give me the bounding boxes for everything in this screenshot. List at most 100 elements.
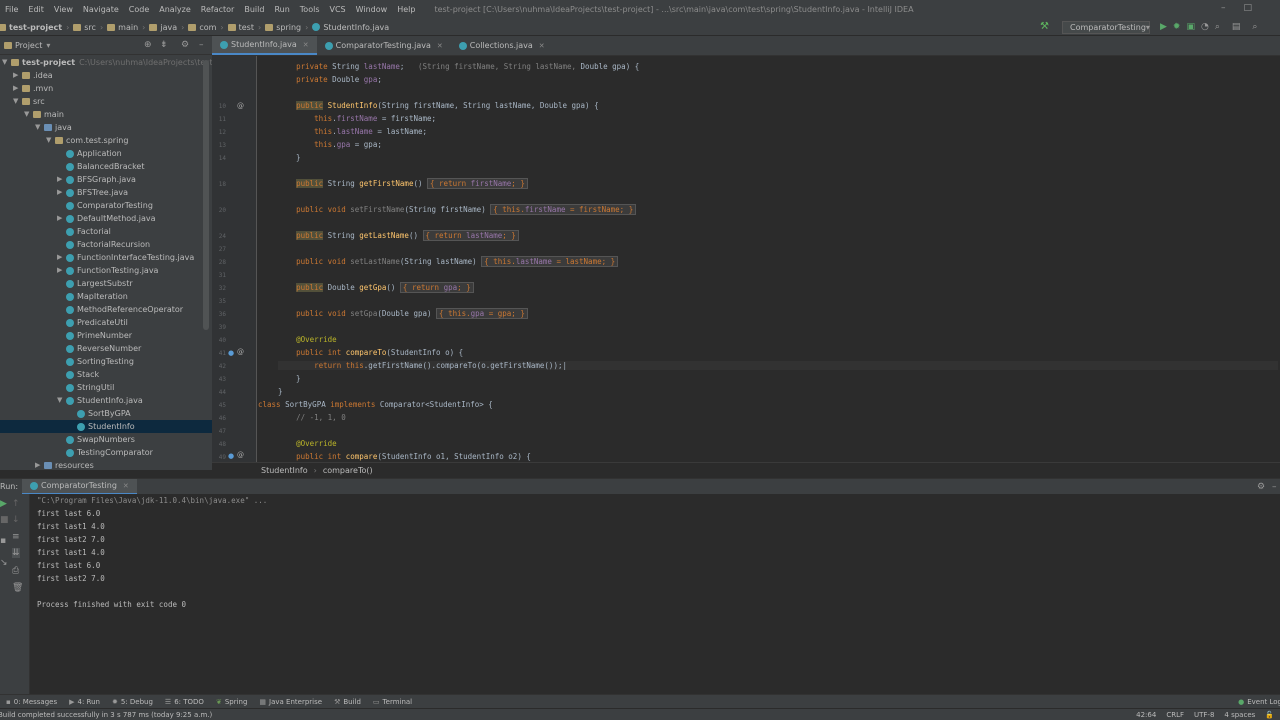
caret-position[interactable]: 42:64 <box>1136 711 1156 719</box>
tree-item[interactable]: SwapNumbers <box>57 433 135 446</box>
hide-icon[interactable]: – <box>1272 482 1277 492</box>
menu-tools[interactable]: Tools <box>295 5 325 14</box>
locate-icon[interactable]: ⊕ <box>144 40 152 50</box>
tool-todo[interactable]: ☰ 6: TODO <box>165 698 204 706</box>
nav-crumb-com[interactable]: com <box>199 23 216 32</box>
tool-terminal[interactable]: ▭ Terminal <box>373 698 412 706</box>
tree-item[interactable]: ▶ DefaultMethod.java <box>57 212 156 225</box>
gear-icon[interactable]: ⚙ <box>181 40 189 50</box>
minimize-icon[interactable]: – <box>1221 3 1244 13</box>
profile-icon[interactable]: ◔ <box>1201 22 1209 32</box>
project-panel-title[interactable]: Project <box>15 41 42 50</box>
tree-item[interactable]: ▼ com.test.spring <box>46 134 128 147</box>
project-structure-icon[interactable]: ▤ <box>1232 22 1241 32</box>
trash-icon[interactable]: 🗑 <box>12 583 23 593</box>
chevron-down-icon[interactable]: ▼ <box>46 134 55 147</box>
tree-item[interactable]: FactorialRecursion <box>57 238 150 251</box>
status-message[interactable]: Build completed successfully in 3 s 787 … <box>0 711 212 719</box>
tree-item[interactable]: TestingComparator <box>57 446 153 459</box>
tree-item[interactable]: PredicateUtil <box>57 316 128 329</box>
tree-item[interactable]: ComparatorTesting <box>57 199 153 212</box>
up-icon[interactable]: ↑ <box>12 499 20 509</box>
tool-spring[interactable]: ❦ Spring <box>216 698 247 706</box>
print-icon[interactable]: ⎙ <box>12 566 19 576</box>
nav-crumb-project[interactable]: test-project <box>9 23 62 32</box>
tree-item[interactable]: Factorial <box>57 225 111 238</box>
tree-item[interactable]: ▶ FunctionTesting.java <box>57 264 158 277</box>
tree-item[interactable]: StringUtil <box>57 381 114 394</box>
lock-icon[interactable]: 🔓 <box>1265 711 1274 719</box>
run-configuration-select[interactable]: ComparatorTesting ▾ <box>1062 21 1150 34</box>
tree-item[interactable]: ▼ StudentInfo.java <box>57 394 143 407</box>
down-icon[interactable]: ↓ <box>12 515 20 525</box>
menu-run[interactable]: Run <box>269 5 294 14</box>
tree-item[interactable]: PrimeNumber <box>57 329 132 342</box>
search-everywhere-icon[interactable]: ⌕ <box>1252 22 1257 32</box>
tree-item[interactable]: SortByGPA <box>68 407 131 420</box>
implements-marker-icon[interactable]: ● <box>228 349 234 357</box>
tree-item[interactable]: MethodReferenceOperator <box>57 303 183 316</box>
tab-studentinfo[interactable]: StudentInfo.java ✕ <box>212 36 317 55</box>
tree-item[interactable]: ▼ java <box>35 121 72 134</box>
debug-icon[interactable]: ✹ <box>1173 22 1181 32</box>
menu-code[interactable]: Code <box>124 5 154 14</box>
chevron-right-icon[interactable]: ▶ <box>35 459 44 470</box>
tree-item[interactable]: ▶ BFSGraph.java <box>57 173 136 186</box>
coverage-icon[interactable]: ▣ <box>1186 22 1195 32</box>
run-tab[interactable]: ComparatorTesting ✕ <box>22 478 137 495</box>
close-icon[interactable]: ✕ <box>437 42 443 50</box>
menu-vcs[interactable]: VCS <box>325 5 351 14</box>
tree-item[interactable]: ▶ BFSTree.java <box>57 186 128 199</box>
close-icon[interactable]: ✕ <box>123 482 129 490</box>
menu-view[interactable]: View <box>49 5 78 14</box>
chevron-right-icon[interactable]: ▶ <box>13 82 22 95</box>
tree-item[interactable]: SortingTesting <box>57 355 134 368</box>
run-icon[interactable]: ▶ <box>1160 22 1167 32</box>
tool-messages[interactable]: ▪ 0: Messages <box>6 698 57 706</box>
chevron-down-icon[interactable]: ▼ <box>13 95 22 108</box>
tree-item[interactable]: ▶ .mvn <box>13 82 53 95</box>
window-controls[interactable]: –□ <box>1221 3 1270 13</box>
stop-icon[interactable]: ■ <box>0 515 9 525</box>
chevron-right-icon[interactable]: ▶ <box>57 212 66 225</box>
nav-crumb-java[interactable]: java <box>160 23 177 32</box>
line-separator[interactable]: CRLF <box>1166 711 1184 719</box>
tree-item[interactable]: MapIteration <box>57 290 128 303</box>
menu-analyze[interactable]: Analyze <box>154 5 196 14</box>
rerun-icon[interactable]: ▶ <box>0 499 7 509</box>
tree-root[interactable]: ▼ test-project C:\Users\nuhma\IdeaProjec… <box>2 56 212 69</box>
chevron-down-icon[interactable]: ▾ <box>46 41 50 50</box>
chevron-down-icon[interactable]: ▼ <box>57 394 66 407</box>
tree-item[interactable]: ▶ resources <box>35 459 94 470</box>
wrap-icon[interactable]: ≡ <box>12 532 20 542</box>
tool-build[interactable]: ⚒ Build <box>334 698 361 706</box>
override-marker-icon[interactable]: @ <box>237 348 244 356</box>
nav-crumb-test[interactable]: test <box>239 23 254 32</box>
chevron-right-icon[interactable]: ▶ <box>57 186 66 199</box>
nav-crumb-src[interactable]: src <box>84 23 96 32</box>
scroll-end-icon[interactable]: ⇊ <box>12 548 20 558</box>
restore-icon[interactable]: ↘ <box>0 558 8 568</box>
tree-item[interactable]: BalancedBracket <box>57 160 144 173</box>
tab-collections[interactable]: Collections.java ✕ <box>451 36 553 55</box>
gear-icon[interactable]: ⚙ <box>1257 482 1265 492</box>
tool-debug[interactable]: ✹ 5: Debug <box>112 698 153 706</box>
tree-item[interactable]: ▶ FunctionInterfaceTesting.java <box>57 251 194 264</box>
tree-item[interactable]: ReverseNumber <box>57 342 141 355</box>
chevron-right-icon[interactable]: ▶ <box>13 69 22 82</box>
editor-crumb-class[interactable]: StudentInfo <box>261 466 308 475</box>
tree-item[interactable]: LargestSubstr <box>57 277 133 290</box>
pin-icon[interactable]: ▪ <box>0 536 6 546</box>
indent-setting[interactable]: 4 spaces <box>1224 711 1255 719</box>
menu-window[interactable]: Window <box>351 5 393 14</box>
implements-marker-icon[interactable]: ● <box>228 452 234 460</box>
nav-crumb-spring[interactable]: spring <box>276 23 301 32</box>
run-console[interactable]: "C:\Program Files\Java\jdk-11.0.4\bin\ja… <box>30 494 1280 694</box>
menu-edit[interactable]: Edit <box>23 5 49 14</box>
menu-refactor[interactable]: Refactor <box>196 5 240 14</box>
tree-item[interactable]: ▶ .idea <box>13 69 53 82</box>
nav-crumb-file[interactable]: StudentInfo.java <box>323 23 389 32</box>
chevron-right-icon[interactable]: ▶ <box>57 251 66 264</box>
tree-item[interactable]: Stack <box>57 368 99 381</box>
menu-file[interactable]: File <box>0 5 23 14</box>
